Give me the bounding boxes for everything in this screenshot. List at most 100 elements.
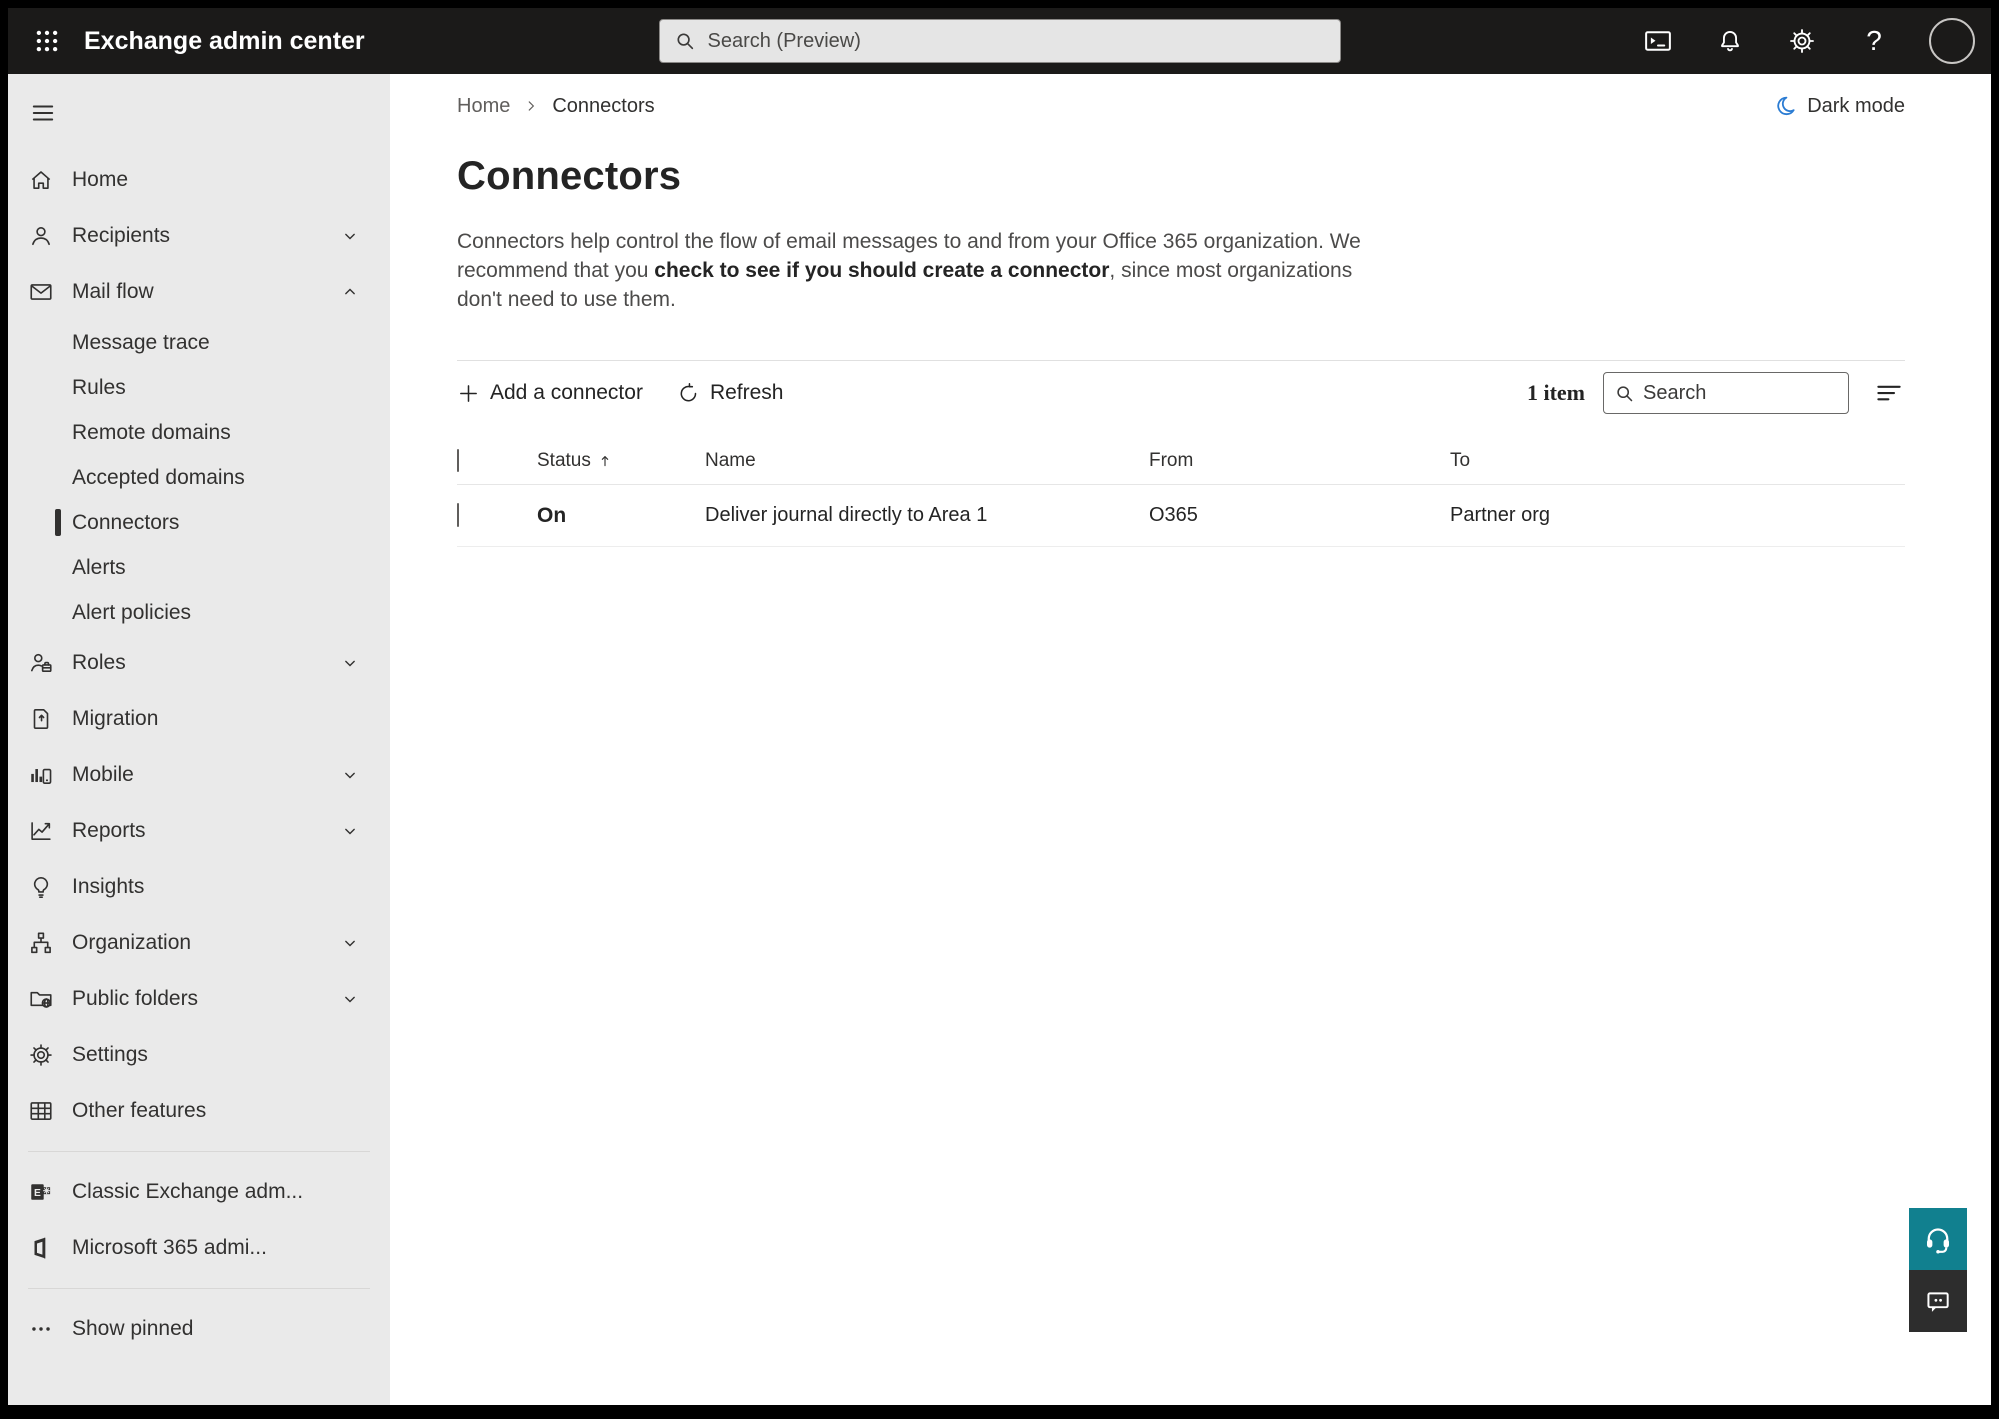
- headset-icon: [1923, 1224, 1953, 1254]
- command-bar: Add a connector Refresh 1 item: [457, 361, 1905, 425]
- sidebar-item-insights[interactable]: Insights: [8, 859, 390, 915]
- breadcrumb-current: Connectors: [552, 94, 655, 117]
- table-grid-icon: [28, 1098, 54, 1124]
- chevron-right-icon: [524, 99, 538, 113]
- sidebar-item-label: Message trace: [72, 330, 210, 354]
- sidebar-item-label: Alerts: [72, 555, 126, 579]
- item-count: 1 item: [1526, 380, 1585, 405]
- chevron-up-icon: [340, 282, 360, 302]
- sidebar-item-label: Mail flow: [72, 280, 154, 303]
- sidebar-item-label: Rules: [72, 375, 126, 399]
- sidebar-item-label: Remote domains: [72, 420, 231, 444]
- sidebar-item-label: Public folders: [72, 987, 199, 1010]
- status-header-label: Status: [537, 449, 591, 471]
- sidebar-item-roles[interactable]: Roles: [8, 635, 390, 691]
- sidebar-item-alert-policies[interactable]: Alert policies: [8, 590, 390, 635]
- cloud-shell-button[interactable]: [1641, 24, 1675, 58]
- gear-icon: [28, 1042, 54, 1068]
- help-button[interactable]: ?: [1857, 24, 1891, 58]
- column-header-from[interactable]: From: [1149, 450, 1450, 472]
- feedback-bubble-icon: [1924, 1287, 1952, 1315]
- sidebar-item-public-folders[interactable]: Public folders: [8, 971, 390, 1027]
- refresh-button[interactable]: Refresh: [677, 381, 783, 405]
- sidebar-item-microsoft-365-admin[interactable]: Microsoft 365 admi...: [8, 1220, 390, 1276]
- column-header-name[interactable]: Name: [705, 450, 1149, 472]
- sidebar-item-connectors[interactable]: Connectors: [8, 500, 390, 545]
- select-all-checkbox[interactable]: [457, 448, 459, 472]
- sidebar-item-alerts[interactable]: Alerts: [8, 545, 390, 590]
- chevron-down-icon: [340, 765, 360, 785]
- sidebar-item-label: Show pinned: [72, 1317, 194, 1340]
- hamburger-icon: [30, 100, 56, 126]
- svg-text:E: E: [34, 1188, 41, 1199]
- sidebar-item-remote-domains[interactable]: Remote domains: [8, 410, 390, 455]
- sidebar-item-label: Alert policies: [72, 600, 192, 624]
- list-search-box[interactable]: [1603, 372, 1849, 414]
- breadcrumb: Home Connectors: [457, 95, 655, 118]
- sidebar-item-other-features[interactable]: Other features: [8, 1083, 390, 1139]
- sidebar-item-organization[interactable]: Organization: [8, 915, 390, 971]
- terminal-icon: [1643, 26, 1673, 56]
- sidebar-item-recipients[interactable]: Recipients: [8, 208, 390, 264]
- add-connector-button[interactable]: Add a connector: [457, 381, 643, 405]
- list-search-input[interactable]: [1643, 381, 1838, 405]
- chevron-down-icon: [340, 226, 360, 246]
- sidebar-divider: [28, 1151, 370, 1152]
- app-launcher-button[interactable]: [26, 20, 68, 62]
- sidebar-item-reports[interactable]: Reports: [8, 803, 390, 859]
- sidebar-item-label: Microsoft 365 admi...: [72, 1236, 267, 1259]
- feedback-button[interactable]: [1909, 1270, 1967, 1332]
- sidebar-item-label: Classic Exchange adm...: [72, 1180, 304, 1203]
- global-search-input[interactable]: [707, 29, 1326, 53]
- search-icon: [674, 30, 696, 52]
- sidebar-item-mail-flow[interactable]: Mail flow: [8, 264, 390, 320]
- sidebar-item-message-trace[interactable]: Message trace: [8, 320, 390, 365]
- support-button[interactable]: [1909, 1208, 1967, 1270]
- sidebar-item-home[interactable]: Home: [8, 152, 390, 208]
- cell-name[interactable]: Deliver journal directly to Area 1: [705, 504, 1149, 527]
- row-checkbox[interactable]: [457, 503, 459, 527]
- sidebar-item-label: Roles: [72, 651, 126, 674]
- global-search-box[interactable]: [658, 19, 1341, 63]
- person-icon: [28, 223, 54, 249]
- sidebar-item-label: Other features: [72, 1099, 207, 1122]
- account-avatar[interactable]: [1929, 18, 1975, 64]
- sidebar-item-label: Insights: [72, 875, 145, 898]
- chevron-down-icon: [340, 933, 360, 953]
- waffle-icon: [34, 28, 60, 54]
- create-connector-check-link[interactable]: check to see if you should create a conn…: [654, 259, 1109, 282]
- sidebar-item-label: Mobile: [72, 763, 134, 786]
- connectors-table: Status Name From To On Deliver journal d…: [457, 437, 1905, 547]
- sidebar-divider: [28, 1288, 370, 1289]
- breadcrumb-home-link[interactable]: Home: [457, 95, 510, 118]
- roles-icon: [28, 650, 54, 676]
- sidebar-item-rules[interactable]: Rules: [8, 365, 390, 410]
- folder-globe-icon: [28, 986, 54, 1012]
- sidebar-item-migration[interactable]: Migration: [8, 691, 390, 747]
- org-chart-icon: [28, 930, 54, 956]
- notifications-button[interactable]: [1713, 24, 1747, 58]
- sidebar-item-label: Organization: [72, 931, 192, 954]
- sidebar-item-accepted-domains[interactable]: Accepted domains: [8, 455, 390, 500]
- column-header-status[interactable]: Status: [537, 450, 705, 472]
- sidebar-item-label: Settings: [72, 1043, 148, 1066]
- sidebar-item-settings[interactable]: Settings: [8, 1027, 390, 1083]
- sidebar-item-show-pinned[interactable]: Show pinned: [8, 1301, 390, 1357]
- sidebar-item-label: Home: [72, 168, 129, 191]
- classic-exchange-icon: E: [28, 1179, 54, 1205]
- dark-mode-toggle[interactable]: Dark mode: [1773, 94, 1905, 118]
- dark-mode-label: Dark mode: [1807, 94, 1905, 117]
- nav-collapse-button[interactable]: [28, 98, 58, 128]
- sidebar-item-mobile[interactable]: Mobile: [8, 747, 390, 803]
- home-icon: [28, 167, 54, 193]
- page-title: Connectors: [457, 154, 682, 198]
- settings-button[interactable]: [1785, 24, 1819, 58]
- sidebar-item-label: Reports: [72, 819, 146, 842]
- filter-lines-icon: [1874, 378, 1904, 408]
- cell-status: On: [537, 503, 567, 527]
- column-header-to[interactable]: To: [1450, 450, 1905, 472]
- refresh-icon: [677, 382, 700, 405]
- filter-button[interactable]: [1873, 377, 1905, 409]
- sidebar-item-classic-exchange-admin[interactable]: E Classic Exchange adm...: [8, 1164, 390, 1220]
- table-row[interactable]: On Deliver journal directly to Area 1 O3…: [457, 485, 1905, 547]
